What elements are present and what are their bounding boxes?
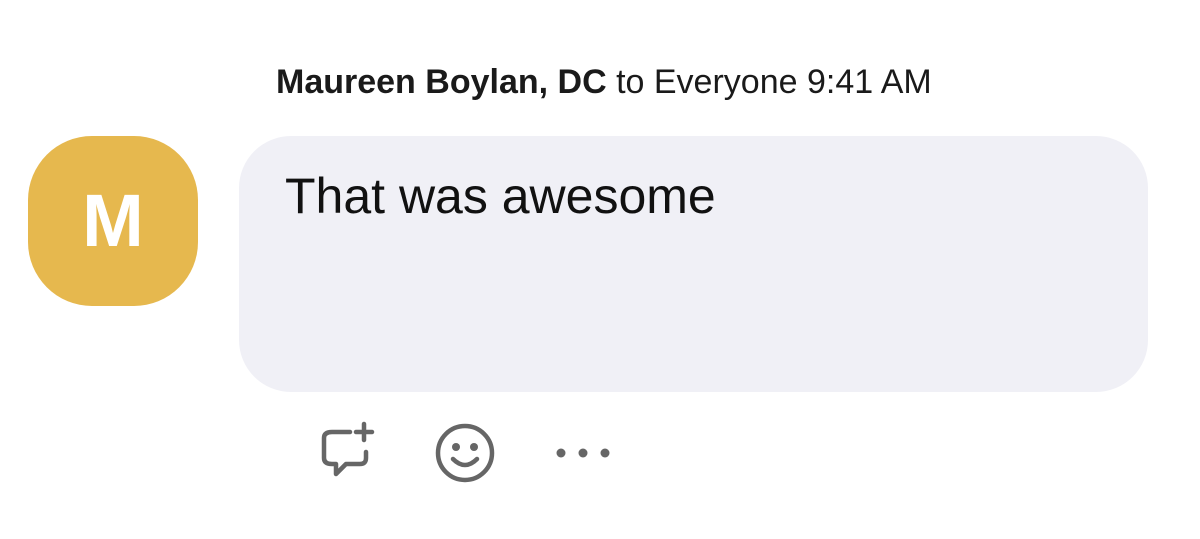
reply-thread-icon	[321, 421, 375, 477]
message-header: Maureen Boylan, DC to Everyone 9:41 AM	[276, 60, 932, 104]
more-options-button[interactable]	[548, 418, 618, 488]
avatar-initial: M	[82, 179, 144, 262]
message-text: That was awesome	[285, 168, 716, 224]
emoji-reaction-icon	[435, 423, 495, 483]
avatar[interactable]: M	[28, 136, 198, 306]
reply-thread-button[interactable]	[312, 418, 382, 488]
more-options-icon	[556, 448, 610, 458]
recipient-label: to Everyone	[616, 63, 798, 101]
emoji-reaction-button[interactable]	[430, 418, 500, 488]
message-bubble: That was awesome	[239, 136, 1148, 392]
message-timestamp: 9:41 AM	[806, 63, 932, 101]
chat-message: Maureen Boylan, DC to Everyone 9:41 AM M…	[0, 0, 1200, 539]
sender-name[interactable]: Maureen Boylan, DC	[276, 63, 607, 101]
